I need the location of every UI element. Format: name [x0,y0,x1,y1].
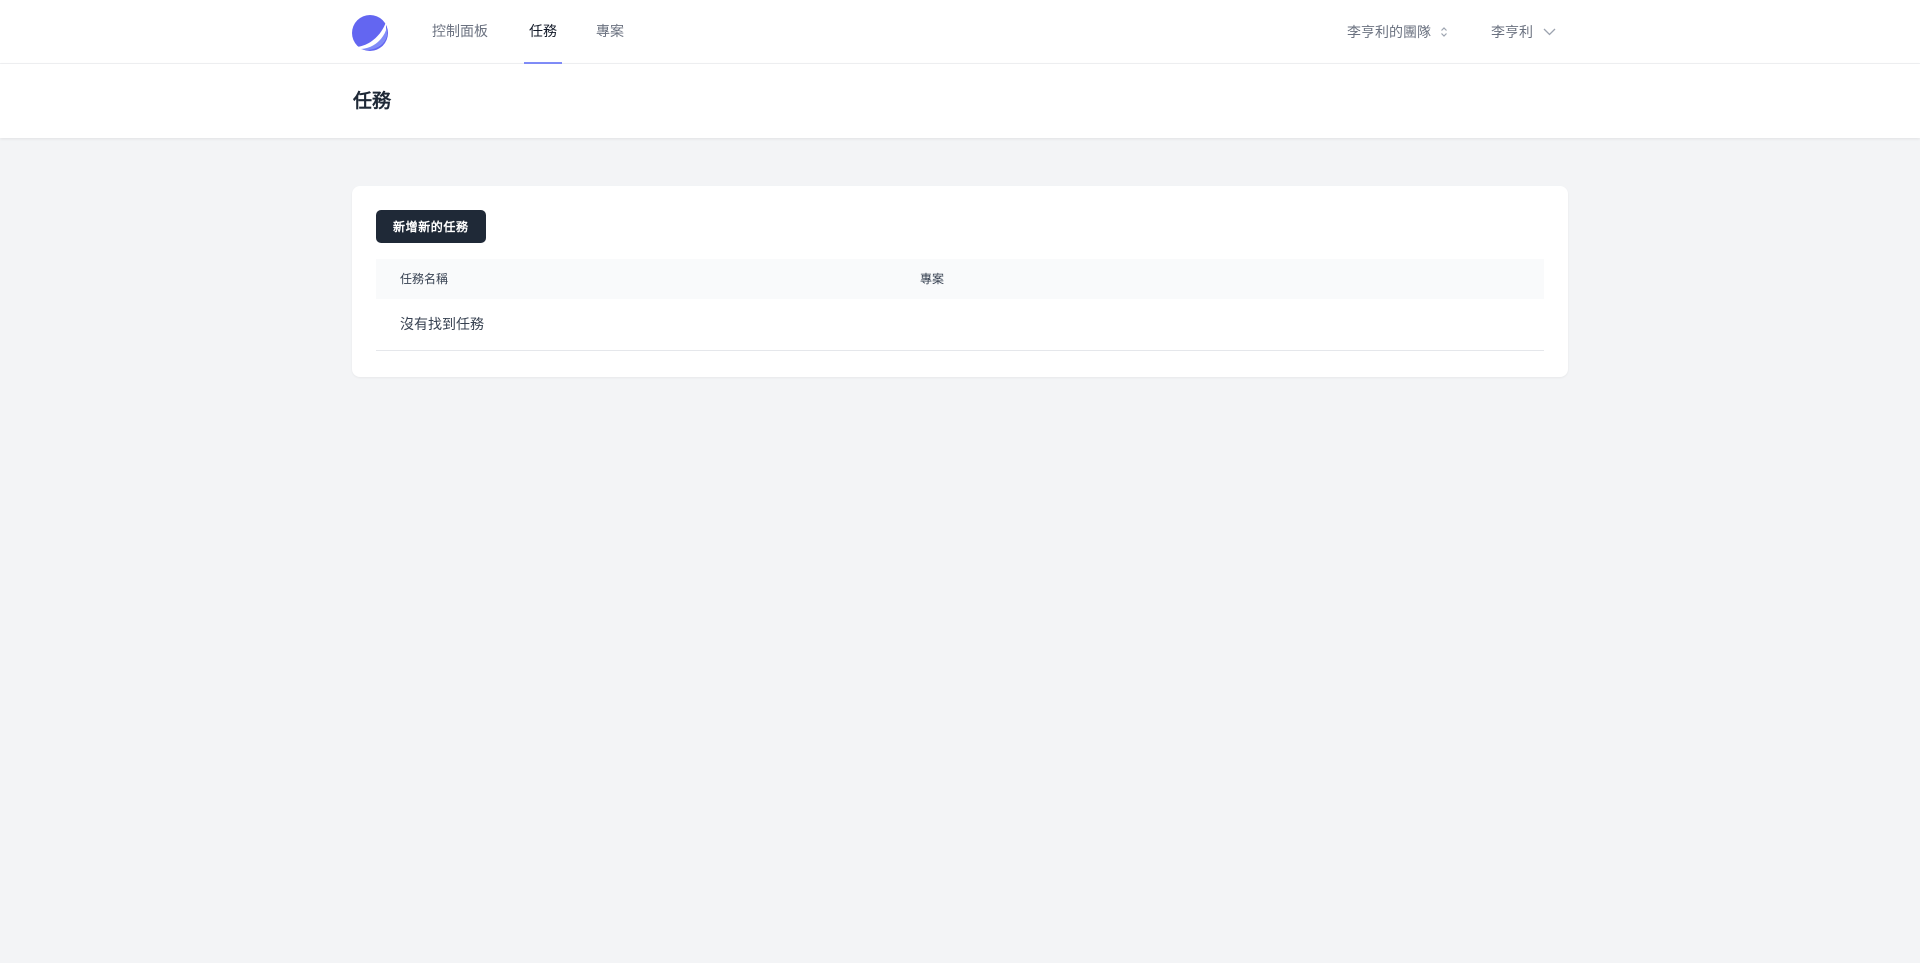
nav-link-projects[interactable]: 專案 [596,0,624,64]
nav-link-tasks[interactable]: 任務 [524,0,562,64]
user-name: 李亨利 [1491,25,1533,41]
table-row: 沒有找到任務 [376,299,1544,351]
chevron-down-icon [1543,28,1556,36]
table-header: 任務名稱 專案 [376,259,1544,299]
nav-link-dashboard[interactable]: 控制面板 [432,0,488,64]
page-title: 任務 [353,90,392,112]
column-header-task-name: 任務名稱 [400,272,449,286]
page-header: 任務 [0,64,1920,138]
chevron-up-down-icon [1441,27,1447,37]
tasks-table: 任務名稱 專案 沒有找到任務 [376,259,1544,351]
team-switcher[interactable]: 李亨利的團隊 [1347,0,1449,64]
top-navigation: 控制面板 任務 專案 李亨利的團隊 李亨利 [0,0,1920,64]
empty-state-message: 沒有找到任務 [400,317,484,333]
team-name: 李亨利的團隊 [1347,25,1431,41]
tasks-card: 新增新的任務 任務名稱 專案 沒有找到任務 [352,186,1568,377]
column-header-project: 專案 [920,272,945,286]
app-logo-icon[interactable] [351,14,389,52]
user-menu[interactable]: 李亨利 [1491,0,1556,64]
add-task-button[interactable]: 新增新的任務 [376,210,486,243]
